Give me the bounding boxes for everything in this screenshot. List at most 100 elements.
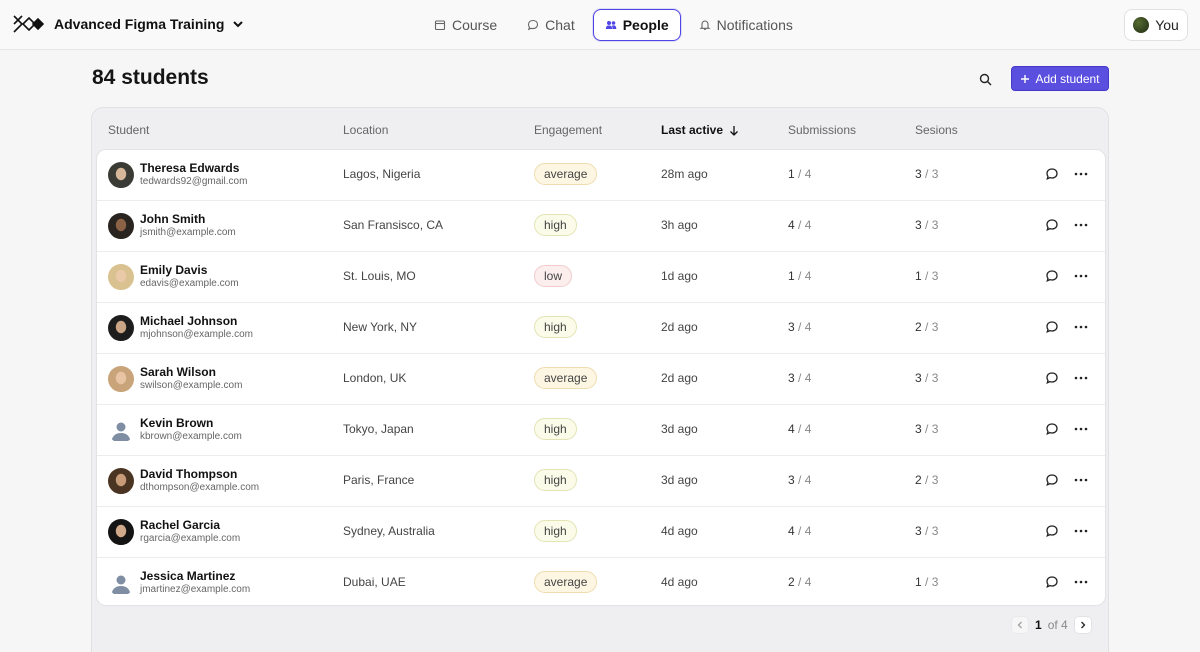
student-name[interactable]: Jessica Martinez	[140, 569, 235, 583]
column-last-active[interactable]: Last active	[661, 123, 739, 137]
table-row[interactable]: Rachel Garcia rgarcia@example.com Sydney, …	[97, 507, 1105, 558]
message-icon[interactable]	[1045, 473, 1059, 487]
message-icon[interactable]	[1045, 524, 1059, 538]
avatar	[108, 468, 134, 494]
chevron-left-icon	[1017, 621, 1022, 629]
submissions-total: / 4	[798, 422, 812, 436]
table-row[interactable]: Michael Johnson mjohnson@example.com New Y…	[97, 303, 1105, 354]
column-location[interactable]: Location	[343, 123, 388, 137]
submissions-count: 3 / 4	[788, 473, 811, 487]
message-icon[interactable]	[1045, 422, 1059, 436]
tab-people[interactable]: People	[592, 9, 681, 41]
submissions-total: / 4	[798, 167, 812, 181]
more-options-icon[interactable]	[1073, 320, 1089, 334]
sessions-total: / 3	[925, 167, 939, 181]
tab-course[interactable]: Course	[422, 9, 509, 41]
sessions-done: 3	[915, 422, 922, 436]
student-name[interactable]: David Thompson	[140, 467, 237, 481]
sessions-done: 3	[915, 167, 922, 181]
submissions-total: / 4	[798, 320, 812, 334]
student-email: edavis@example.com	[140, 278, 239, 289]
chevron-down-icon	[233, 21, 244, 28]
message-icon[interactable]	[1045, 218, 1059, 232]
next-page-button[interactable]	[1073, 616, 1092, 634]
submissions-done: 3	[788, 371, 795, 385]
student-name[interactable]: Rachel Garcia	[140, 518, 220, 532]
message-icon[interactable]	[1045, 167, 1059, 181]
more-options-icon[interactable]	[1073, 371, 1089, 385]
sessions-total: / 3	[925, 575, 939, 589]
student-email: jsmith@example.com	[140, 227, 236, 238]
student-name[interactable]: Theresa Edwards	[140, 161, 239, 175]
student-email: rgarcia@example.com	[140, 533, 241, 544]
sessions-done: 2	[915, 473, 922, 487]
student-name[interactable]: John Smith	[140, 212, 205, 226]
avatar	[108, 162, 134, 188]
table-row[interactable]: Kevin Brown kbrown@example.com Tokyo, Japa…	[97, 405, 1105, 456]
tab-course-label: Course	[452, 17, 498, 33]
chevron-right-icon	[1080, 621, 1086, 629]
submissions-count: 1 / 4	[788, 269, 811, 283]
student-location: Dubai, UAE	[343, 575, 406, 589]
sessions-count: 3 / 3	[915, 422, 938, 436]
students-table: Student Location Engagement Last active …	[91, 107, 1109, 652]
tab-notifications[interactable]: Notifications	[687, 9, 805, 41]
more-options-icon[interactable]	[1073, 269, 1089, 283]
more-options-icon[interactable]	[1073, 167, 1089, 181]
message-icon[interactable]	[1045, 320, 1059, 334]
table-body: Theresa Edwards tedwards92@gmail.com Lagos…	[96, 149, 1106, 606]
more-options-icon[interactable]	[1073, 218, 1089, 232]
sessions-count: 2 / 3	[915, 320, 938, 334]
submissions-count: 1 / 4	[788, 167, 811, 181]
submissions-done: 4	[788, 422, 795, 436]
sessions-total: / 3	[925, 320, 939, 334]
table-row[interactable]: David Thompson dthompson@example.com Paris…	[97, 456, 1105, 507]
top-bar: Advanced Figma Training Course Chat Peop…	[0, 0, 1200, 50]
last-active: 3d ago	[661, 422, 698, 436]
page-count: of 4	[1047, 618, 1068, 632]
more-options-icon[interactable]	[1073, 422, 1089, 436]
column-sessions[interactable]: Sesions	[915, 123, 958, 137]
more-options-icon[interactable]	[1073, 575, 1089, 589]
message-icon[interactable]	[1045, 575, 1059, 589]
student-name[interactable]: Sarah Wilson	[140, 365, 216, 379]
search-icon	[979, 73, 991, 85]
column-engagement[interactable]: Engagement	[534, 123, 602, 137]
column-student[interactable]: Student	[108, 123, 149, 137]
search-button[interactable]	[973, 67, 997, 91]
column-submissions[interactable]: Submissions	[788, 123, 856, 137]
avatar	[108, 213, 134, 239]
more-options-icon[interactable]	[1073, 473, 1089, 487]
sessions-count: 2 / 3	[915, 473, 938, 487]
submissions-total: / 4	[798, 575, 812, 589]
sessions-done: 1	[915, 269, 922, 283]
user-menu-button[interactable]: You	[1124, 9, 1188, 41]
message-icon[interactable]	[1045, 371, 1059, 385]
table-row[interactable]: Jessica Martinez jmartinez@example.com Dub…	[97, 558, 1105, 605]
table-row[interactable]: John Smith jsmith@example.com San Fransisc…	[97, 201, 1105, 252]
last-active: 28m ago	[661, 167, 708, 181]
course-switcher[interactable]: Advanced Figma Training	[12, 13, 244, 35]
student-name[interactable]: Emily Davis	[140, 263, 207, 277]
tab-notifications-label: Notifications	[716, 17, 793, 33]
column-last-active-label: Last active	[661, 123, 724, 137]
submissions-total: / 4	[798, 218, 812, 232]
student-location: New York, NY	[343, 320, 418, 334]
avatar	[108, 417, 134, 443]
table-row[interactable]: Sarah Wilson swilson@example.com London, U…	[97, 354, 1105, 405]
submissions-done: 1	[788, 167, 795, 181]
submissions-count: 3 / 4	[788, 371, 811, 385]
add-student-button[interactable]: Add student	[1011, 66, 1109, 91]
previous-page-button[interactable]	[1011, 616, 1029, 634]
submissions-total: / 4	[798, 524, 812, 538]
more-options-icon[interactable]	[1073, 524, 1089, 538]
avatar	[108, 570, 134, 596]
student-name[interactable]: Kevin Brown	[140, 416, 213, 430]
message-icon[interactable]	[1045, 269, 1059, 283]
student-email: jmartinez@example.com	[140, 584, 251, 595]
tab-chat[interactable]: Chat	[515, 9, 587, 41]
table-row[interactable]: Emily Davis edavis@example.com St. Louis, …	[97, 252, 1105, 303]
engagement-badge: high	[534, 214, 577, 236]
student-name[interactable]: Michael Johnson	[140, 314, 237, 328]
table-row[interactable]: Theresa Edwards tedwards92@gmail.com Lagos…	[97, 150, 1105, 201]
